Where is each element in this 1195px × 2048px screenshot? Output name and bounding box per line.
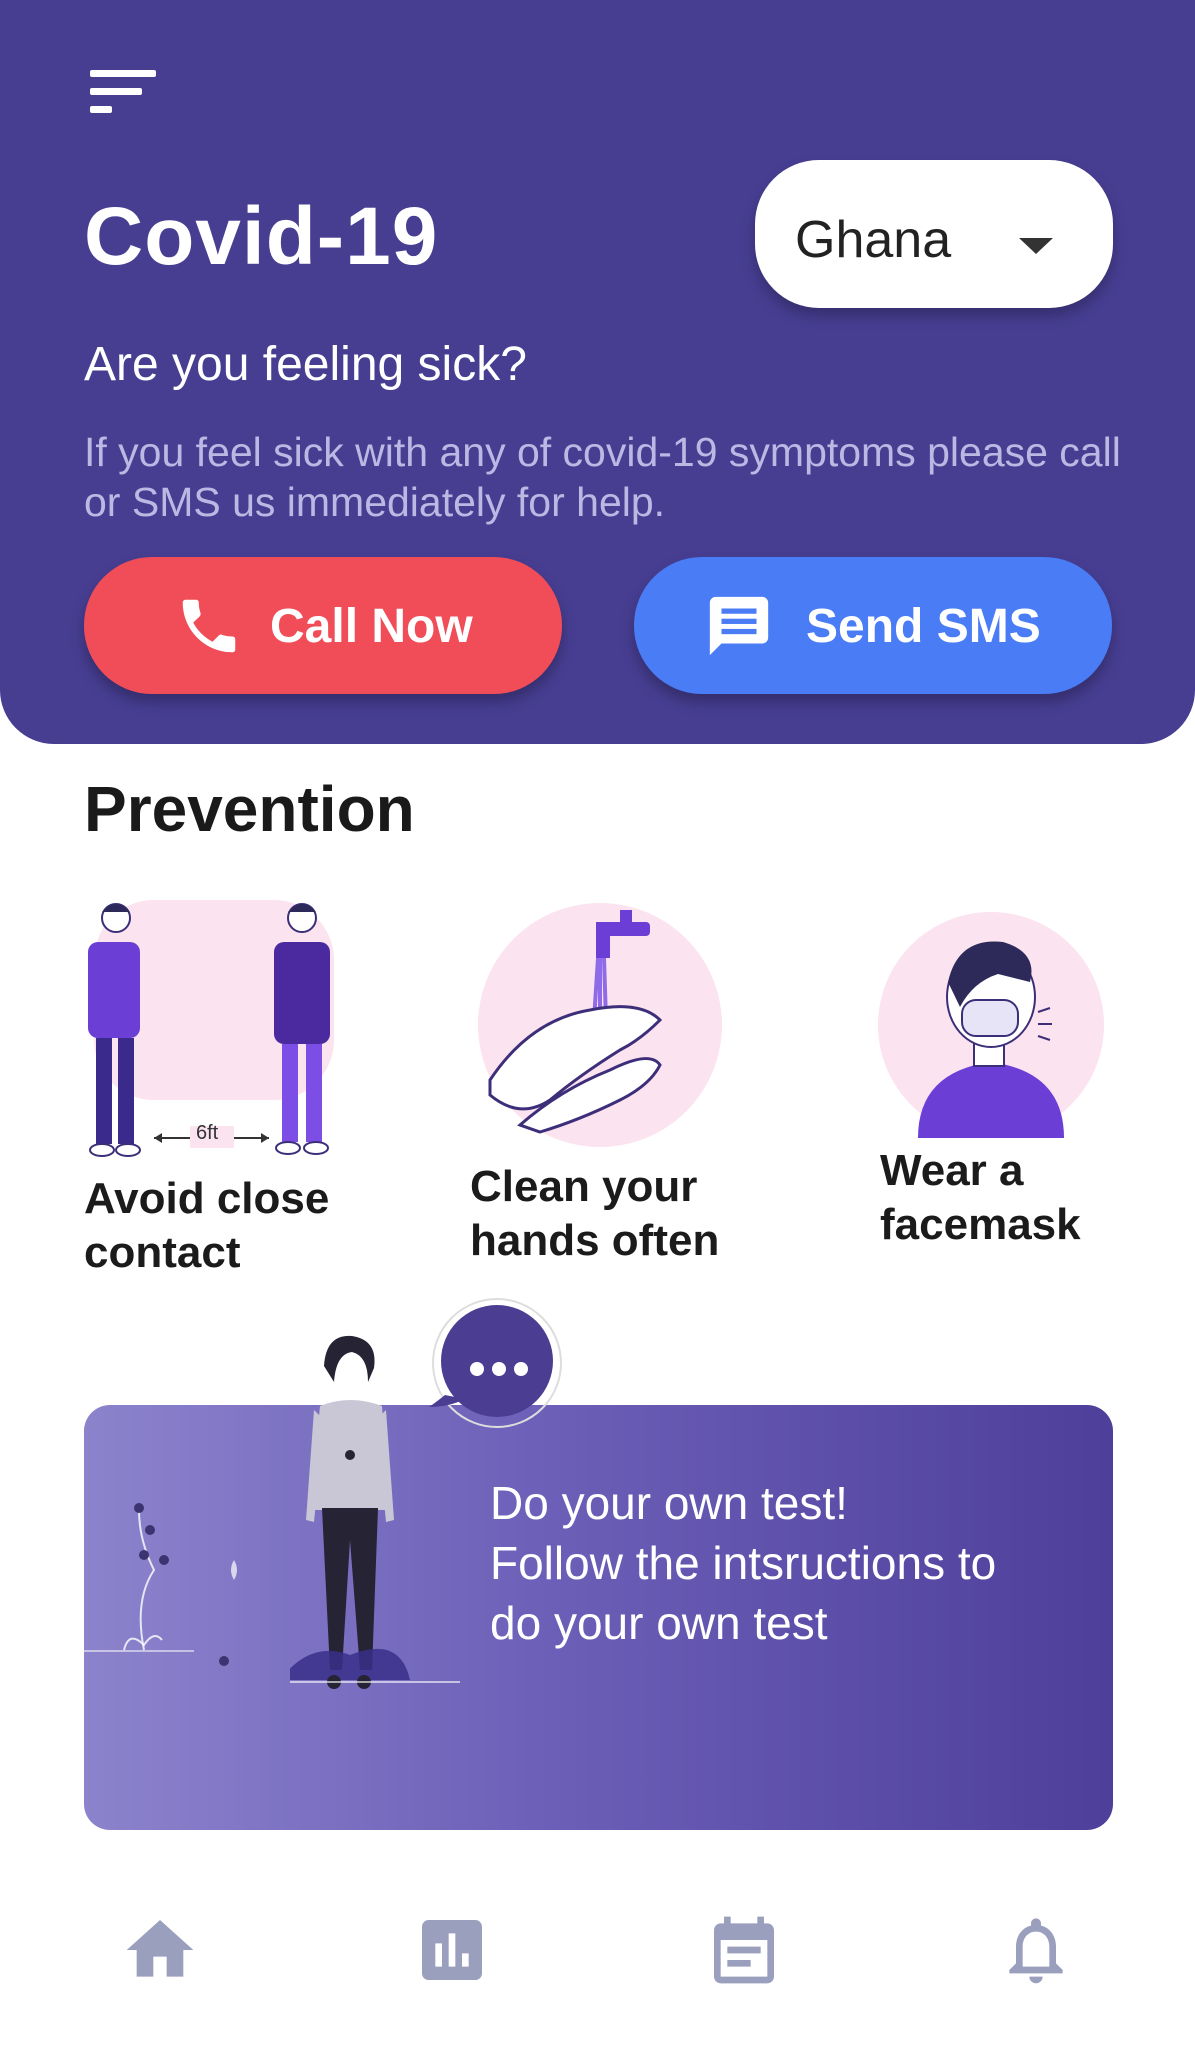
help-description: If you feel sick with any of covid-19 sy… bbox=[84, 429, 1121, 525]
home-icon[interactable] bbox=[120, 1910, 200, 1990]
header-panel: Covid-19 Ghana Are you feeling sick? If … bbox=[0, 0, 1195, 744]
country-dropdown-value: Ghana bbox=[795, 211, 952, 269]
woman-illustration bbox=[290, 1335, 460, 1689]
prevention-item-label: Clean your hands often bbox=[470, 1162, 720, 1265]
stats-icon[interactable] bbox=[412, 1910, 492, 1990]
phone-icon bbox=[182, 599, 236, 653]
prevention-item-distance[interactable]: 6ft Avoid close contact bbox=[84, 890, 384, 1280]
send-sms-label: Send SMS bbox=[806, 600, 1041, 653]
prevention-item-facemask[interactable]: Wear a facemask bbox=[878, 912, 1178, 1272]
distance-label: 6ft bbox=[196, 1122, 219, 1144]
send-sms-button[interactable]: Send SMS bbox=[634, 557, 1112, 694]
call-now-button[interactable]: Call Now bbox=[84, 557, 562, 694]
bell-icon[interactable] bbox=[996, 1910, 1076, 1990]
call-now-label: Call Now bbox=[270, 600, 473, 653]
prevention-title: Prevention bbox=[84, 773, 415, 845]
message-icon bbox=[709, 596, 769, 656]
prevention-item-label: Wear a facemask bbox=[880, 1146, 1081, 1249]
calendar-icon[interactable] bbox=[704, 1910, 784, 1990]
bottom-nav bbox=[0, 1880, 1195, 2048]
self-test-text: Do your own test! Follow the intsruction… bbox=[490, 1473, 1090, 1653]
prevention-item-label: Avoid close contact bbox=[84, 1174, 330, 1277]
menu-icon[interactable] bbox=[90, 68, 160, 116]
self-test-line2: Follow the intsructions to bbox=[490, 1537, 997, 1589]
facemask-illustration bbox=[878, 912, 1104, 1138]
self-test-line3: do your own test bbox=[490, 1597, 828, 1649]
handwash-illustration bbox=[478, 903, 722, 1147]
country-dropdown[interactable]: Ghana bbox=[755, 160, 1113, 308]
prevention-item-handwash[interactable]: Clean your hands often bbox=[470, 900, 770, 1270]
plant-illustration bbox=[84, 1503, 237, 1666]
app-title: Covid-19 bbox=[84, 191, 439, 282]
self-test-line1: Do your own test! bbox=[490, 1477, 848, 1529]
chevron-down-icon bbox=[1019, 238, 1053, 254]
sick-question: Are you feeling sick? bbox=[84, 338, 527, 391]
